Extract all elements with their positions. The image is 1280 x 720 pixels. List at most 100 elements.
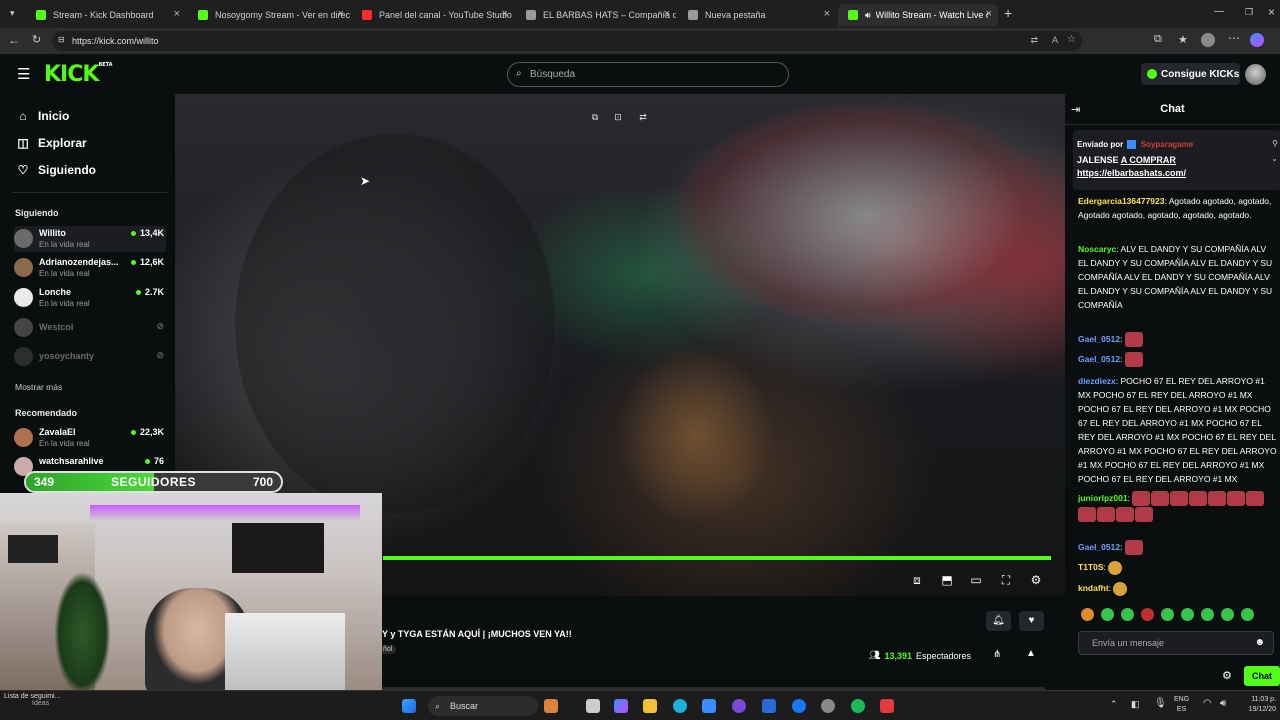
nav-following[interactable]: ♡ Siguiendo [16, 163, 96, 177]
widgets-app-icon[interactable] [544, 699, 558, 713]
nav-home[interactable]: ⌂ Inicio [16, 109, 69, 123]
chat-username[interactable]: diezdiezx [1078, 376, 1116, 386]
send-chat-button[interactable]: Chat [1244, 666, 1280, 686]
tray-app-icon[interactable]: ◧ [1131, 699, 1140, 710]
emote-icon[interactable] [1161, 608, 1174, 621]
mail-app-icon[interactable] [762, 699, 776, 713]
chat-message-input[interactable]: Envía un mensaje ☻ [1078, 631, 1274, 655]
copilot-app-icon[interactable] [614, 699, 628, 713]
user-avatar[interactable] [1245, 64, 1266, 85]
facebook-app-icon[interactable] [792, 699, 806, 713]
capcut-app-icon[interactable] [880, 699, 894, 713]
settings-gear-icon[interactable]: ⚙ [1029, 573, 1043, 587]
chat-username[interactable]: T1T0S [1078, 562, 1104, 572]
chat-username[interactable]: Gael_0512 [1078, 334, 1120, 344]
notification-bell-button[interactable]: 🔔︎ [986, 611, 1011, 631]
emote-icon[interactable] [1181, 608, 1194, 621]
chat-username[interactable]: Edergarcia136477923 [1078, 196, 1165, 206]
profile-avatar-icon[interactable] [1201, 33, 1215, 47]
file-explorer-icon[interactable] [643, 699, 657, 713]
nav-explore[interactable]: ◫ Explorar [16, 136, 86, 150]
translate-icon[interactable]: ⇄ [1030, 35, 1038, 46]
emote-icon[interactable] [1221, 608, 1234, 621]
tab-close-icon[interactable]: × [986, 8, 992, 20]
share-icon[interactable]: ⋔ [993, 649, 1001, 660]
back-icon[interactable]: ← [8, 33, 20, 47]
chat-username[interactable]: kndafht [1078, 583, 1109, 593]
spotify-app-icon[interactable] [851, 699, 865, 713]
video-progress-bar[interactable] [383, 556, 1052, 560]
task-view-icon[interactable] [586, 699, 600, 713]
browser-tab[interactable]: Nosoygomy Stream - Ver en direc × [188, 4, 350, 26]
emote-icon[interactable] [1201, 608, 1214, 621]
tab-close-icon[interactable]: × [824, 8, 830, 20]
reload-icon[interactable]: ↻ [32, 33, 41, 46]
quick-emote-bar[interactable] [1081, 608, 1280, 622]
notice-widget[interactable]: Lista de seguimi... Ideas [4, 693, 94, 719]
emote-icon[interactable] [1121, 608, 1134, 621]
edge-browser-icon[interactable] [673, 699, 687, 713]
pin-icon[interactable]: ⚲ [1272, 139, 1278, 148]
language-indicator[interactable]: ENG ES [1174, 695, 1189, 715]
browser-tab[interactable]: EL BARBAS HATS – Compañía de s × [516, 4, 676, 26]
emote-icon[interactable] [1241, 608, 1254, 621]
microphone-icon[interactable]: 🎙︎ [1154, 698, 1167, 709]
chat-settings-icon[interactable]: ⚙ [1222, 669, 1232, 682]
sidebar-channel-offline[interactable]: yosoychanty ⊘ [14, 344, 166, 370]
site-info-icon[interactable]: ⊟ [58, 35, 65, 44]
volume-icon[interactable]: 🔊︎ [1220, 698, 1226, 709]
follow-heart-button[interactable]: ♥ [1019, 611, 1044, 631]
new-tab-icon[interactable]: + [1004, 5, 1012, 21]
report-icon[interactable]: ▲ [1026, 648, 1036, 659]
more-menu-icon[interactable]: ⋯ [1228, 31, 1240, 45]
settings-app-icon[interactable] [821, 699, 835, 713]
sidebar-channel-willito[interactable]: Willito En la vida real 13,4K [14, 226, 166, 252]
wifi-icon[interactable]: ◠ [1203, 698, 1212, 709]
screenshot-icon[interactable]: ⊡ [610, 112, 626, 124]
search-input[interactable]: ⌕ Búsqueda [507, 62, 789, 87]
sidebar-channel-offline[interactable]: Westcol ⊘ [14, 315, 166, 341]
pinned-text-link[interactable]: A COMPRAR [1121, 155, 1176, 165]
fullscreen-icon[interactable]: ⛶ [999, 573, 1013, 588]
pinned-url[interactable]: https://elbarbashats.com/ [1077, 168, 1186, 178]
favorite-star-icon[interactable]: ☆ [1067, 34, 1076, 45]
browser-tab-active[interactable]: 🔊︎ Willito Stream - Watch Live on × [838, 4, 998, 26]
taskbar-search[interactable]: ⌕ Buscar [428, 696, 538, 716]
minimize-icon[interactable]: — [1214, 6, 1224, 17]
emote-icon[interactable] [1081, 608, 1094, 621]
show-more-link[interactable]: Mostrar más [15, 382, 62, 392]
tab-close-icon[interactable]: × [664, 8, 670, 20]
tab-close-icon[interactable]: × [502, 8, 508, 20]
tab-close-icon[interactable]: × [338, 8, 344, 20]
pip-icon[interactable]: ⧉ [587, 112, 603, 124]
browser-tab[interactable]: Panel del canal - YouTube Studio × [352, 4, 514, 26]
theater-mode-icon[interactable]: ▭ [969, 573, 983, 587]
sidebar-channel[interactable]: Lonche En la vida real 2.7K [14, 285, 166, 311]
hamburger-menu-icon[interactable]: ☰ [17, 65, 30, 83]
sidebar-channel-recommended[interactable]: ZavalaEl En la vida real 22,3K [14, 425, 166, 451]
get-kicks-button[interactable]: Consigue KICKs [1141, 63, 1240, 85]
browser-tab[interactable]: Stream - Kick Dashboard × [26, 4, 186, 26]
store-app-icon[interactable] [702, 699, 716, 713]
read-aloud-icon[interactable]: A [1052, 35, 1058, 45]
url-field[interactable]: ⊟ https://kick.com/willito ⇄ A ☆ [52, 31, 1082, 51]
tab-close-icon[interactable]: × [174, 8, 180, 20]
copilot-icon[interactable] [1250, 33, 1264, 47]
extensions-icon[interactable]: ⧉ [1154, 33, 1162, 46]
browser-tab[interactable]: Nueva pestaña × [678, 4, 836, 26]
chat-username[interactable]: Gael_0512 [1078, 354, 1120, 364]
favorites-icon[interactable]: ★ [1178, 33, 1188, 46]
chat-username[interactable]: Gael_0512 [1078, 542, 1120, 552]
windows-start-icon[interactable] [402, 699, 416, 713]
expand-icon[interactable]: ⌄ [1271, 154, 1278, 163]
chat-username[interactable]: juniorlpz001 [1078, 493, 1128, 503]
emote-icon[interactable] [1141, 608, 1154, 621]
obs-app-icon[interactable] [732, 699, 746, 713]
clip-icon[interactable]: ⬒ [940, 573, 954, 587]
chat-username[interactable]: Noscaryc [1078, 244, 1116, 254]
kick-logo[interactable]: KICKBETA [44, 62, 113, 87]
sidebar-channel[interactable]: Adrianozendejas... En la vida real 12,6K [14, 255, 166, 281]
tab-actions-icon[interactable]: ▾ [10, 8, 15, 19]
pip-mode-icon[interactable]: ⧈ [910, 573, 924, 588]
restore-icon[interactable]: ❐ [1245, 7, 1253, 18]
